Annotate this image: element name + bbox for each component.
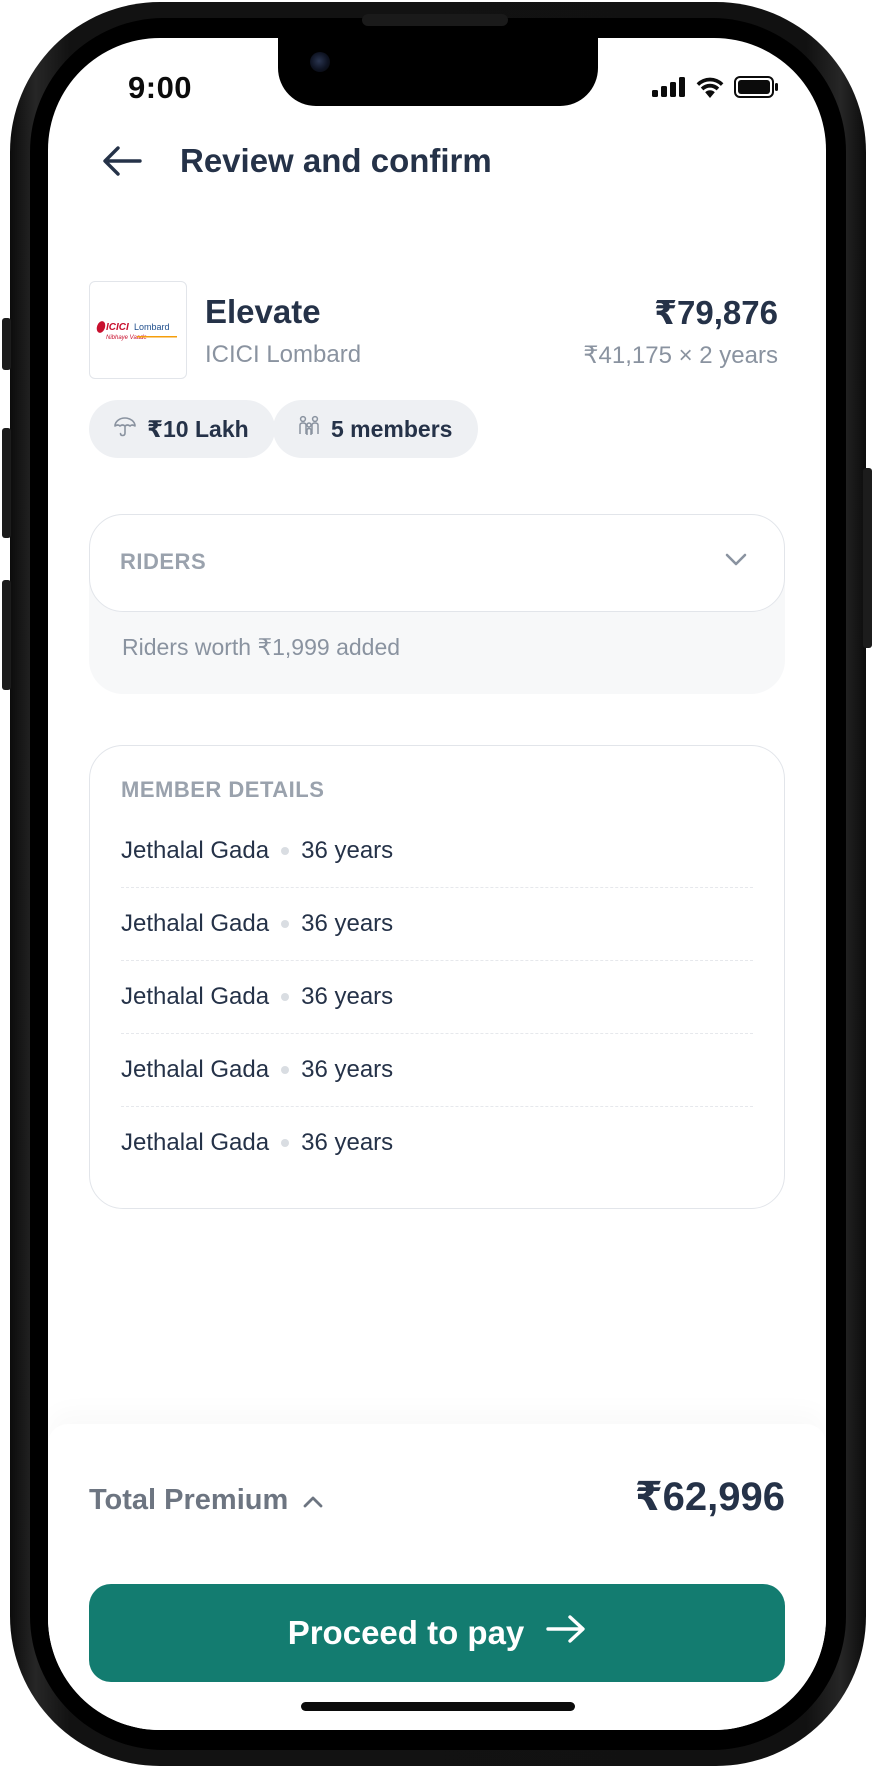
member-age: 36 years: [301, 1128, 394, 1156]
plan-name: Elevate: [205, 293, 321, 330]
family-icon: [297, 414, 321, 444]
riders-section: RIDERS Riders worth ₹1,999 added: [89, 514, 785, 694]
arrow-right-icon: [546, 1614, 586, 1652]
umbrella-icon: [113, 414, 137, 444]
separator-dot: [281, 919, 290, 928]
svg-text:Lombard: Lombard: [134, 322, 170, 332]
member-row: Jethalal Gada 36 years: [121, 887, 753, 960]
home-indicator[interactable]: [301, 1702, 575, 1711]
member-row: Jethalal Gada 36 years: [121, 1033, 753, 1106]
members-count-chip: 5 members: [273, 400, 479, 458]
app-screen: 9:00 Review and confirm ICICI Lombard Ni…: [48, 38, 826, 1730]
separator-dot: [281, 1138, 290, 1147]
member-name: Jethalal Gada: [121, 982, 270, 1010]
member-row: Jethalal Gada 36 years: [121, 960, 753, 1033]
cellular-signal-icon: [652, 77, 686, 102]
notch: [278, 38, 598, 106]
riders-summary: Riders worth ₹1,999 added: [122, 634, 401, 660]
cover-amount-chip: ₹10 Lakh: [89, 400, 275, 458]
proceed-to-pay-button[interactable]: Proceed to pay: [89, 1584, 785, 1682]
member-name: Jethalal Gada: [121, 909, 270, 937]
member-details-card: MEMBER DETAILS Jethalal Gada 36 years Je…: [89, 745, 785, 1209]
chevron-up-icon: [302, 1484, 324, 1517]
phone-frame: 9:00 Review and confirm ICICI Lombard Ni…: [0, 0, 874, 1768]
status-icons: [652, 76, 778, 103]
checkout-footer: Total Premium ₹62,996 Proceed to pay: [48, 1424, 826, 1730]
separator-dot: [281, 846, 290, 855]
separator-dot: [281, 1065, 290, 1074]
mute-switch: [2, 318, 11, 370]
page-title: Review and confirm: [180, 142, 492, 179]
insurer-name: ICICI Lombard: [205, 341, 362, 368]
svg-text:Nibhaye Vaade: Nibhaye Vaade: [106, 335, 147, 341]
separator-dot: [281, 992, 290, 1001]
price-breakdown: ₹41,175 × 2 years: [583, 342, 778, 369]
member-row: Jethalal Gada 36 years: [121, 1106, 753, 1179]
total-premium-label: Total Premium: [89, 1484, 289, 1516]
total-premium-value: ₹62,996: [634, 1475, 785, 1519]
riders-accordion-header[interactable]: RIDERS: [89, 514, 785, 612]
speaker-grille: [362, 14, 508, 26]
member-age: 36 years: [301, 909, 394, 937]
battery-icon: [734, 76, 778, 103]
member-age: 36 years: [301, 1055, 394, 1083]
wifi-icon: [696, 77, 724, 103]
arrow-left-icon: [102, 145, 142, 182]
back-button[interactable]: [98, 142, 146, 184]
members-count-label: 5 members: [331, 415, 453, 442]
member-row: Jethalal Gada 36 years: [121, 814, 753, 887]
cover-amount-label: ₹10 Lakh: [147, 415, 249, 442]
power-button: [863, 468, 872, 648]
status-time: 9:00: [128, 70, 193, 105]
total-premium-toggle[interactable]: Total Premium: [89, 1484, 324, 1517]
proceed-to-pay-label: Proceed to pay: [287, 1614, 525, 1651]
member-name: Jethalal Gada: [121, 1128, 270, 1156]
member-name: Jethalal Gada: [121, 836, 270, 864]
member-name: Jethalal Gada: [121, 1055, 270, 1083]
member-age: 36 years: [301, 836, 394, 864]
riders-title: RIDERS: [120, 549, 207, 574]
svg-text:ICICI: ICICI: [106, 322, 129, 333]
member-age: 36 years: [301, 982, 394, 1010]
plan-price: ₹79,876: [654, 294, 778, 331]
volume-down-button: [2, 580, 11, 690]
insurer-logo: ICICI Lombard Nibhaye Vaade: [89, 281, 187, 379]
member-details-title: MEMBER DETAILS: [121, 777, 325, 802]
volume-up-button: [2, 428, 11, 538]
chevron-down-icon: [724, 551, 748, 572]
